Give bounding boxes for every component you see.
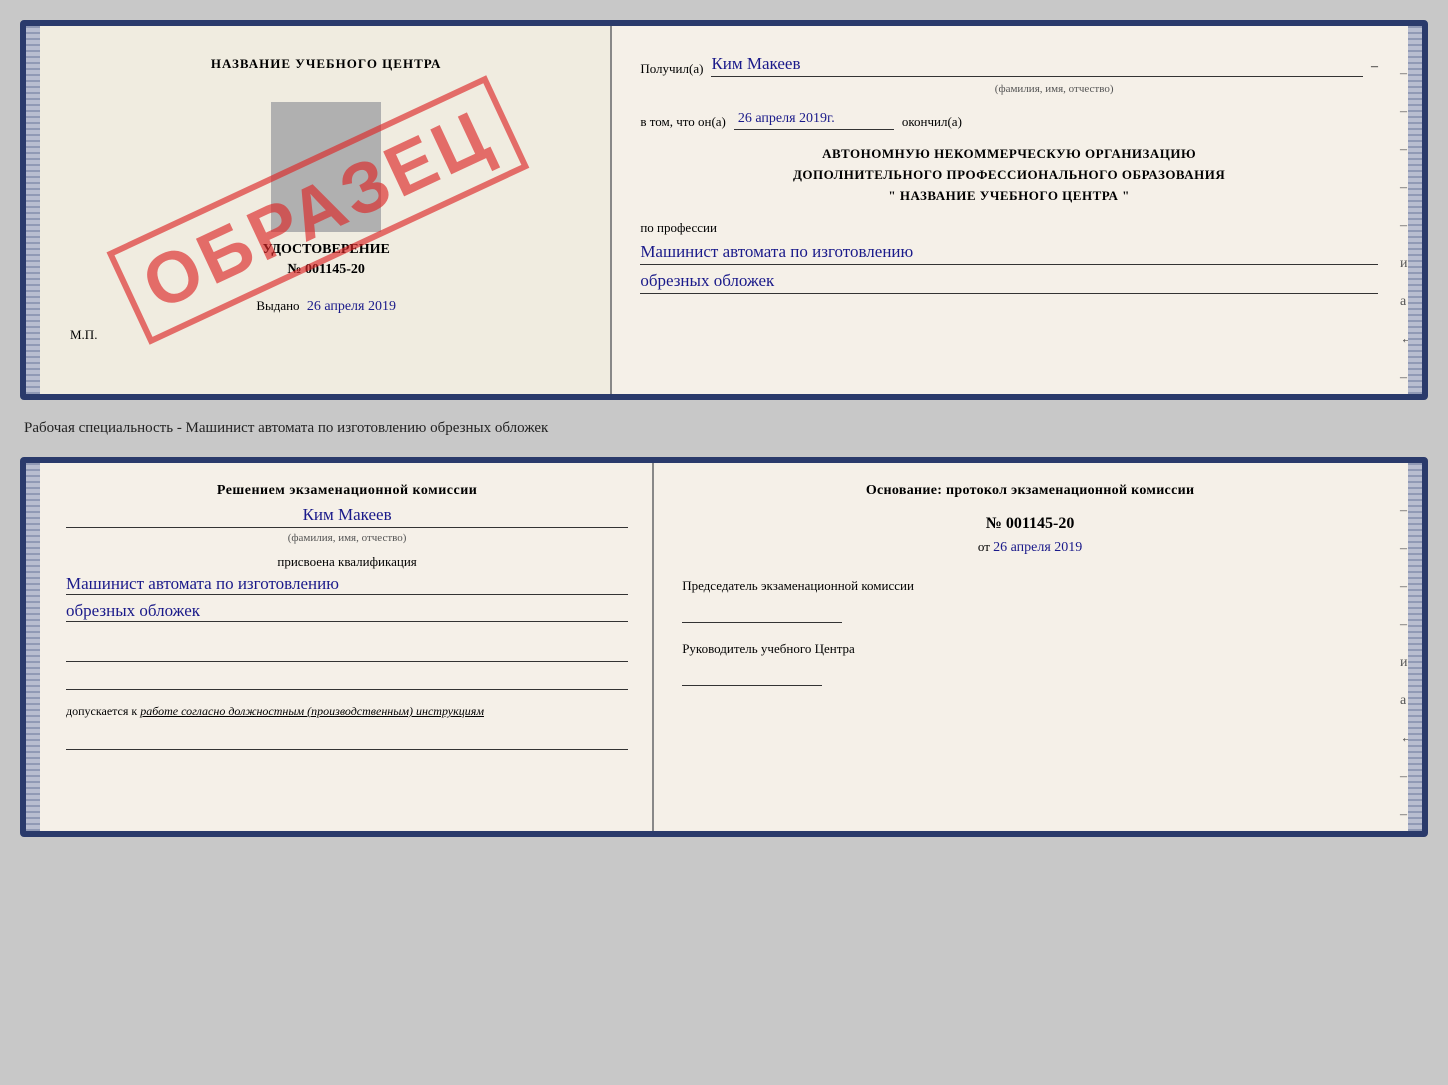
prisvoyena-label: присвоена квалификация	[66, 554, 628, 570]
protocol-number: № 001145-20	[682, 515, 1378, 533]
caption-text: Рабочая специальность - Машинист автомат…	[20, 412, 1428, 445]
rukovoditel-block: Руководитель учебного Центра	[682, 639, 1378, 686]
fio-hint-bottom: (фамилия, имя, отчество)	[66, 532, 628, 544]
org-block: АВТОНОМНУЮ НЕКОММЕРЧЕСКУЮ ОРГАНИЗАЦИЮ ДО…	[640, 144, 1378, 206]
udostoverenie-number: № 001145-20	[66, 262, 586, 278]
vydano-label: Выдано	[256, 298, 299, 313]
top-document-card: НАЗВАНИЕ УЧЕБНОГО ЦЕНТРА УДОСТОВЕРЕНИЕ №…	[20, 20, 1428, 400]
vydano-row: Выдано 26 апреля 2019	[66, 298, 586, 315]
top-right-panel: Получил(а) Ким Макеев – (фамилия, имя, о…	[612, 26, 1422, 394]
org-line3: " НАЗВАНИЕ УЧЕБНОГО ЦЕНТРА "	[640, 186, 1378, 207]
recipient-name: Ким Макеев	[711, 54, 1363, 77]
bottom-document-card: Решением экзаменационной комиссии Ким Ма…	[20, 457, 1428, 837]
org-line1: АВТОНОМНУЮ НЕКОММЕРЧЕСКУЮ ОРГАНИЗАЦИЮ	[640, 144, 1378, 165]
profession-line1: Машинист автомата по изготовлению	[640, 242, 1378, 265]
top-left-panel: НАЗВАНИЕ УЧЕБНОГО ЦЕНТРА УДОСТОВЕРЕНИЕ №…	[26, 26, 612, 394]
profession-line2: обрезных обложек	[640, 271, 1378, 294]
predsedatel-sign-line	[682, 603, 842, 623]
kval-line2: обрезных обложек	[66, 601, 628, 622]
fio-hint-top: (фамилия, имя, отчество)	[730, 83, 1378, 95]
dopuskaetsya-text: допускается к работе согласно должностны…	[66, 702, 628, 720]
right-dashes-top: – – – – – и а ← – – – –	[1400, 66, 1414, 400]
mp-label: М.П.	[66, 327, 586, 343]
vtom-row: в том, что он(а) 26 апреля 2019г. окончи…	[640, 111, 1378, 130]
vtom-label: в том, что он(а)	[640, 114, 726, 130]
osnovanie-title: Основание: протокол экзаменационной коми…	[682, 483, 1378, 499]
profession-label: по профессии	[640, 220, 1378, 236]
rukovoditel-sign-line	[682, 666, 822, 686]
komissia-name: Ким Макеев	[66, 505, 628, 528]
blank-line-3	[66, 730, 628, 750]
predsedatel-block: Председатель экзаменационной комиссии	[682, 576, 1378, 623]
bottom-right-panel: Основание: протокол экзаменационной коми…	[654, 463, 1422, 831]
dash-after-name: –	[1371, 59, 1378, 77]
predsedatel-label: Председатель экзаменационной комиссии	[682, 576, 1378, 597]
right-dashes-bottom: – – – – и а ← – – – –	[1400, 503, 1414, 837]
poluchil-row: Получил(а) Ким Макеев –	[640, 54, 1378, 77]
rukovoditel-label: Руководитель учебного Центра	[682, 639, 1378, 660]
kval-line1: Машинист автомата по изготовлению	[66, 574, 628, 595]
page-wrapper: НАЗВАНИЕ УЧЕБНОГО ЦЕНТРА УДОСТОВЕРЕНИЕ №…	[20, 20, 1428, 837]
dopuskaetsya-link: работе согласно должностным (производств…	[140, 704, 484, 718]
udostoverenie-label: УДОСТОВЕРЕНИЕ	[66, 242, 586, 258]
school-name-top: НАЗВАНИЕ УЧЕБНОГО ЦЕНТРА	[66, 56, 586, 72]
blank-line-2	[66, 670, 628, 690]
ot-date: 26 апреля 2019	[993, 540, 1082, 555]
bottom-left-panel: Решением экзаменационной комиссии Ким Ма…	[26, 463, 654, 831]
blank-line-1	[66, 642, 628, 662]
photo-placeholder	[271, 102, 381, 232]
date-value-top: 26 апреля 2019г.	[734, 111, 894, 130]
ot-date-row: от 26 апреля 2019	[682, 539, 1378, 556]
okonchil-label: окончил(а)	[902, 114, 962, 130]
ot-label: от	[978, 539, 990, 554]
resheniem-text: Решением экзаменационной комиссии	[66, 483, 628, 499]
dopuskaetsya-prefix: допускается к	[66, 704, 137, 718]
org-line2: ДОПОЛНИТЕЛЬНОГО ПРОФЕССИОНАЛЬНОГО ОБРАЗО…	[640, 165, 1378, 186]
vydano-date: 26 апреля 2019	[307, 299, 396, 314]
poluchil-label: Получил(а)	[640, 61, 703, 77]
